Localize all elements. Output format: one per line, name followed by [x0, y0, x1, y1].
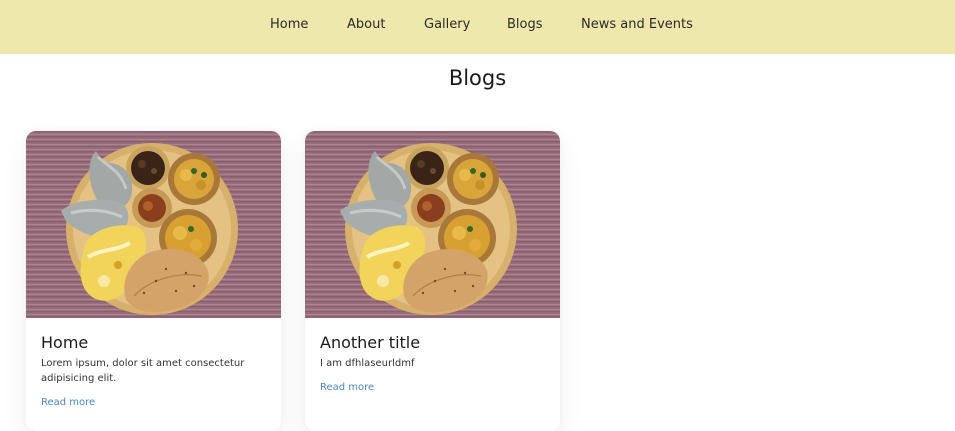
blog-card: Home Lorem ipsum, dolor sit amet consect… — [26, 131, 281, 431]
nav-link-gallery[interactable]: Gallery — [424, 17, 470, 32]
nav-link-blogs[interactable]: Blogs — [507, 17, 543, 32]
read-more-link[interactable]: Read more — [41, 397, 95, 408]
card-image — [305, 131, 560, 318]
read-more-link[interactable]: Read more — [320, 382, 374, 393]
card-title: Home — [41, 333, 89, 352]
card-text: I am dfhlaseurldmf — [320, 358, 415, 369]
blog-card: Another title I am dfhlaseurldmf Read mo… — [305, 131, 560, 431]
nav-link-home[interactable]: Home — [270, 17, 308, 32]
card-image — [26, 131, 281, 318]
nav-link-news-and-events[interactable]: News and Events — [581, 17, 693, 32]
page-title: Blogs — [448, 66, 507, 90]
card-body: Another title I am dfhlaseurldmf Read mo… — [320, 333, 548, 394]
card-title: Another title — [320, 333, 421, 352]
card-body: Home Lorem ipsum, dolor sit amet consect… — [41, 333, 269, 409]
navbar: Home About Gallery Blogs News and Events — [0, 0, 955, 54]
card-text: Lorem ipsum, dolor sit amet consectetur … — [41, 358, 245, 384]
nav-link-about[interactable]: About — [347, 17, 385, 32]
